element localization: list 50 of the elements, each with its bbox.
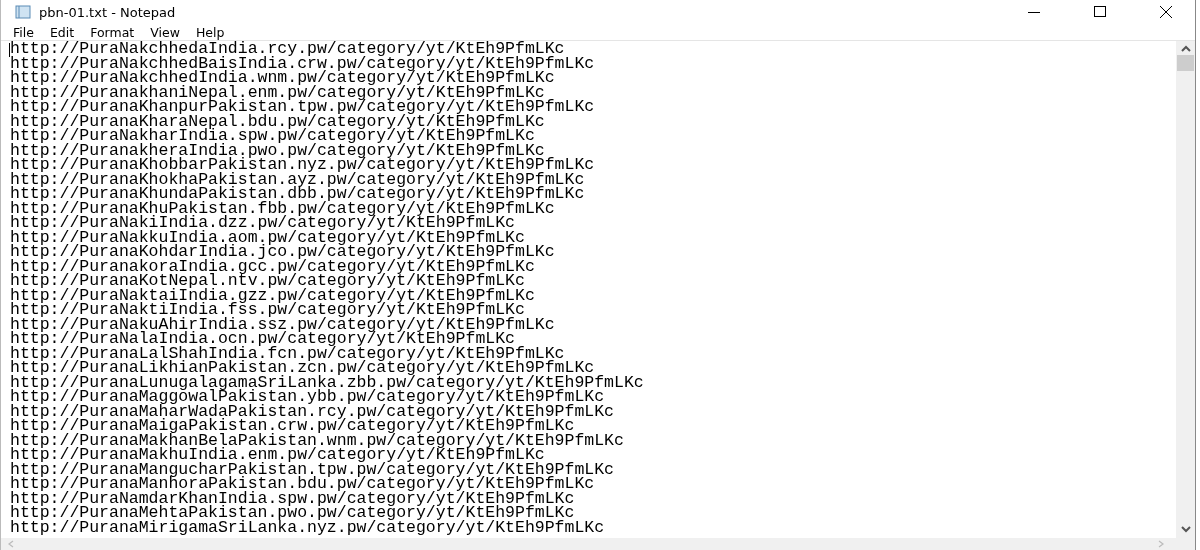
text-line: http://PuraNakiIndia.dzz.pw/category/yt/KtEh9PfmLKc <box>10 216 515 231</box>
text-line: http://PuranaMaharWadaPakistan.rcy.pw/category/yt/KtEh9PfmLKc <box>10 404 614 419</box>
text-line: http://PuraNakchhedaIndia.rcy.pw/category/yt/KtEh9PfmLKc <box>10 42 565 57</box>
text-line: http://PuranakhaniNepal.enm.pw/category/yt/KtEh9PfmLKc <box>10 85 545 100</box>
text-line: http://PuraNakchhedIndia.wnm.pw/category/yt/KtEh9PfmLKc <box>10 71 555 86</box>
text-line: http://PuranaKharaNepal.bdu.pw/category/yt/KtEh9PfmLKc <box>10 114 545 129</box>
text-line: http://PuraNalaIndia.ocn.pw/category/yt/KtEh9PfmLKc <box>10 332 515 347</box>
text-line: http://PuranaMangucharPakistan.tpw.pw/category/yt/KtEh9PfmLKc <box>10 462 614 477</box>
menu-item[interactable]: Edit <box>41 24 83 40</box>
vertical-scrollbar[interactable] <box>1176 41 1195 538</box>
text-line: http://PuranaKhokhaPakistan.ayz.pw/category/yt/KtEh9PfmLKc <box>10 172 585 187</box>
text-line: http://PuranaLalShahIndia.fcn.pw/category/yt/KtEh9PfmLKc <box>10 346 565 361</box>
menu-item[interactable]: View <box>142 24 188 40</box>
text-line: http://PuraNakkuIndia.aom.pw/category/yt/KtEh9PfmLKc <box>10 230 525 245</box>
text-line: http://PuranaKhuPakistan.fbb.pw/category/yt/KtEh9PfmLKc <box>10 201 555 216</box>
text-line: http://PuranakheraIndia.pwo.pw/category/yt/KtEh9PfmLKc <box>10 143 545 158</box>
text-line: http://PuranaMaggowalPakistan.ybb.pw/category/yt/KtEh9PfmLKc <box>10 390 605 405</box>
text-line: http://PuraNamdarKhanIndia.spw.pw/category/yt/KtEh9PfmLKc <box>10 491 575 506</box>
scroll-thumb[interactable] <box>1177 55 1194 71</box>
menu-item[interactable]: File <box>5 24 42 40</box>
menu-item[interactable]: Format <box>82 24 143 40</box>
scroll-left-icon[interactable] <box>7 540 15 548</box>
text-line: http://PuranaKohdarIndia.jco.pw/category/yt/KtEh9PfmLKc <box>10 245 555 260</box>
text-line: http://PuranaLikhianPakistan.zcn.pw/category/yt/KtEh9PfmLKc <box>10 361 595 376</box>
text-line: http://PuranaMakhanBelaPakistan.wnm.pw/category/yt/KtEh9PfmLKc <box>10 433 624 448</box>
text-line: http://PuraNakuAhirIndia.ssz.pw/category/yt/KtEh9PfmLKc <box>10 317 555 332</box>
menu-item[interactable]: Help <box>187 24 233 40</box>
scroll-down-icon[interactable] <box>1180 525 1191 533</box>
text-line: http://PuraNaktaiIndia.gzz.pw/category/yt/KtEh9PfmLKc <box>10 288 535 303</box>
text-line: http://PuranaMirigamaSriLanka.nyz.pw/category/yt/KtEh9PfmLKc <box>10 520 605 535</box>
scroll-right-icon[interactable] <box>1157 540 1165 548</box>
scroll-up-icon[interactable] <box>1180 45 1191 53</box>
text-line: http://PuranaKhobbarPakistan.nyz.pw/category/yt/KtEh9PfmLKc <box>10 158 595 173</box>
text-line: http://PuraNakchhedBaisIndia.crw.pw/category/yt/KtEh9PfmLKc <box>10 56 595 71</box>
close-icon <box>1160 6 1172 18</box>
text-line: http://PuranaLunugalagamaSriLanka.zbb.pw/category/yt/KtEh9PfmLKc <box>10 375 644 390</box>
notepad-icon <box>15 5 31 19</box>
text-line: http://PuranaManhoraPakistan.bdu.pw/category/yt/KtEh9PfmLKc <box>10 477 595 492</box>
text-line: http://PuranaKhundaPakistan.dbb.pw/category/yt/KtEh9PfmLKc <box>10 187 585 202</box>
text-line: http://PuranakoraIndia.gcc.pw/category/yt/KtEh9PfmLKc <box>10 259 535 274</box>
text-line: http://PuranaKotNepal.ntv.pw/category/yt/KtEh9PfmLKc <box>10 274 525 289</box>
text-line: http://PuranaMehtaPakistan.pwo.pw/category/yt/KtEh9PfmLKc <box>10 506 575 521</box>
text-cursor <box>9 43 10 57</box>
text-line: http://PuraNakharIndia.spw.pw/category/yt/KtEh9PfmLKc <box>10 129 535 144</box>
window-title: pbn-01.txt - Notepad <box>39 4 176 20</box>
text-line: http://PuranaMaigaPakistan.crw.pw/category/yt/KtEh9PfmLKc <box>10 419 575 434</box>
text-line: http://PuraNaktiIndia.fss.pw/category/yt/KtEh9PfmLKc <box>10 303 525 318</box>
text-line: http://PuranaMakhuIndia.enm.pw/category/yt/KtEh9PfmLKc <box>10 448 545 463</box>
text-line: http://PuranaKhanpurPakistan.tpw.pw/category/yt/KtEh9PfmLKc <box>10 100 595 115</box>
maximize-icon <box>1094 6 1106 18</box>
